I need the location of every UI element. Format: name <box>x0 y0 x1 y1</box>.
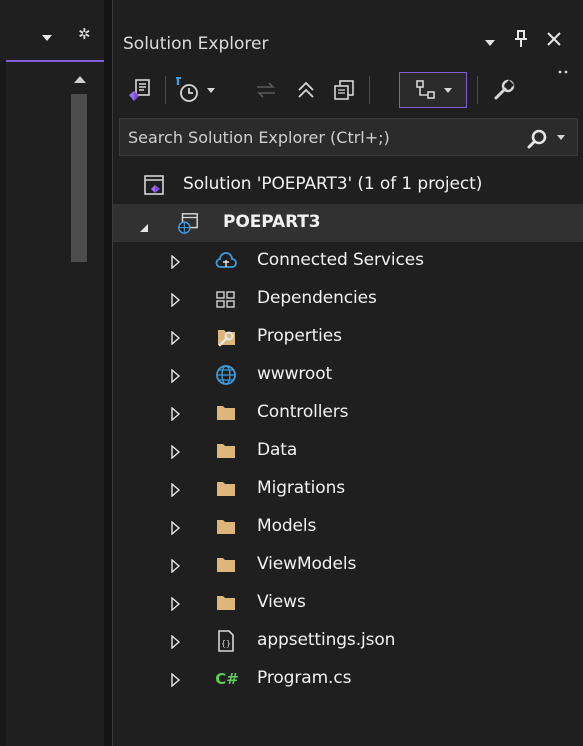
expand-arrow-icon[interactable] <box>171 292 181 308</box>
expand-arrow-icon[interactable] <box>171 520 181 536</box>
toolbar-separator <box>477 76 478 104</box>
project-label: POEPART3 <box>223 212 321 232</box>
solution-explorer-panel: Solution Explorer Search Solution Explor… <box>112 0 583 746</box>
folder-icon <box>215 402 237 424</box>
folder-icon <box>215 554 237 576</box>
expand-arrow-icon[interactable] <box>171 672 181 688</box>
tree-row-dependencies[interactable]: Dependencies <box>113 280 583 318</box>
tree-row-models[interactable]: Models <box>113 508 583 546</box>
properties-icon <box>215 326 237 348</box>
dependencies-icon <box>215 288 237 310</box>
tree-row-appsettings[interactable]: {} appsettings.json <box>113 622 583 660</box>
collapse-arrow-icon[interactable] <box>139 218 149 232</box>
sync-with-active-document-icon[interactable] <box>253 72 279 108</box>
folder-icon <box>215 592 237 614</box>
window-position-dropdown-icon[interactable] <box>479 30 501 54</box>
search-box[interactable] <box>119 118 578 156</box>
toolbar-separator <box>165 76 166 104</box>
tree-item-label: ViewModels <box>257 554 357 574</box>
tree-row-wwwroot[interactable]: wwwroot <box>113 356 583 394</box>
switch-views-icon[interactable] <box>125 72 155 108</box>
expand-arrow-icon[interactable] <box>171 558 181 574</box>
connected-services-icon <box>215 250 237 272</box>
show-all-files-icon[interactable] <box>329 72 359 108</box>
expand-arrow-icon[interactable] <box>171 482 181 498</box>
preview-dropdown-icon[interactable] <box>444 87 452 93</box>
pin-icon[interactable] <box>510 30 532 54</box>
properties-wrench-icon[interactable] <box>489 72 519 108</box>
tree-row-connected-services[interactable]: Connected Services <box>113 242 583 280</box>
panel-toolbar <box>113 62 583 118</box>
scroll-thumb[interactable] <box>71 94 87 262</box>
tree-row-views[interactable]: Views <box>113 584 583 622</box>
json-badge: {} <box>221 639 231 648</box>
left-pane-dropdown-icon[interactable] <box>42 35 52 41</box>
csharp-file-icon: C# <box>213 668 241 690</box>
left-pane-active-underline <box>6 60 104 62</box>
web-project-icon <box>177 212 199 234</box>
tree-item-label: Dependencies <box>257 288 377 308</box>
tree-item-label: Controllers <box>257 402 349 422</box>
pending-changes-filter-button[interactable] <box>175 72 215 108</box>
left-pane-header: ✲ <box>0 22 104 62</box>
expand-arrow-icon[interactable] <box>171 330 181 346</box>
csharp-badge: C# <box>215 670 239 688</box>
tree-item-label: Models <box>257 516 317 536</box>
tree-item-label: Views <box>257 592 306 612</box>
tree-row-migrations[interactable]: Migrations <box>113 470 583 508</box>
globe-icon <box>215 364 237 386</box>
expand-arrow-icon[interactable] <box>171 596 181 612</box>
tree-row-properties[interactable]: Properties <box>113 318 583 356</box>
tree-row-program[interactable]: C# Program.cs <box>113 660 583 698</box>
preview-selected-items-button[interactable] <box>399 72 467 108</box>
panel-title: Solution Explorer <box>123 34 269 54</box>
tree-row-project[interactable]: POEPART3 <box>113 204 583 242</box>
panel-title-bar: Solution Explorer <box>113 24 583 62</box>
tree-row-viewmodels[interactable]: ViewModels <box>113 546 583 584</box>
tree-row-controllers[interactable]: Controllers <box>113 394 583 432</box>
solution-icon <box>143 174 165 196</box>
tree-item-label: wwwroot <box>257 364 333 384</box>
solution-label: Solution 'POEPART3' (1 of 1 project) <box>183 174 483 194</box>
json-file-icon: {} <box>215 630 237 652</box>
expand-arrow-icon[interactable] <box>171 254 181 270</box>
tree-item-label: appsettings.json <box>257 630 396 650</box>
tree-item-label: Data <box>257 440 298 460</box>
tree-row-data[interactable]: Data <box>113 432 583 470</box>
search-input[interactable] <box>128 119 498 155</box>
tree-item-label: Properties <box>257 326 342 346</box>
collapse-all-icon[interactable] <box>293 72 319 108</box>
tree-row-solution[interactable]: Solution 'POEPART3' (1 of 1 project) <box>113 166 583 204</box>
tree-item-label: Migrations <box>257 478 346 498</box>
expand-arrow-icon[interactable] <box>171 406 181 422</box>
tree-item-label: Program.cs <box>257 668 352 688</box>
folder-icon <box>215 516 237 538</box>
search-options-dropdown-icon[interactable] <box>557 135 565 140</box>
pane-splitter[interactable] <box>104 0 112 746</box>
expand-arrow-icon[interactable] <box>171 368 181 384</box>
left-pane-edge <box>0 62 6 746</box>
search-icon[interactable] <box>526 128 548 150</box>
left-pane: ✲ <box>0 0 112 746</box>
folder-icon <box>215 440 237 462</box>
settings-gear-icon[interactable]: ✲ <box>78 27 91 42</box>
expand-arrow-icon[interactable] <box>171 634 181 650</box>
toolbar-separator <box>369 76 370 104</box>
tree-item-label: Connected Services <box>257 250 424 270</box>
expand-arrow-icon[interactable] <box>171 444 181 460</box>
close-icon[interactable] <box>543 30 565 54</box>
toolbar-overflow-icon[interactable] <box>555 64 571 80</box>
scroll-up-arrow-icon[interactable] <box>74 76 86 83</box>
folder-icon <box>215 478 237 500</box>
pending-changes-dropdown-icon[interactable] <box>207 87 215 93</box>
